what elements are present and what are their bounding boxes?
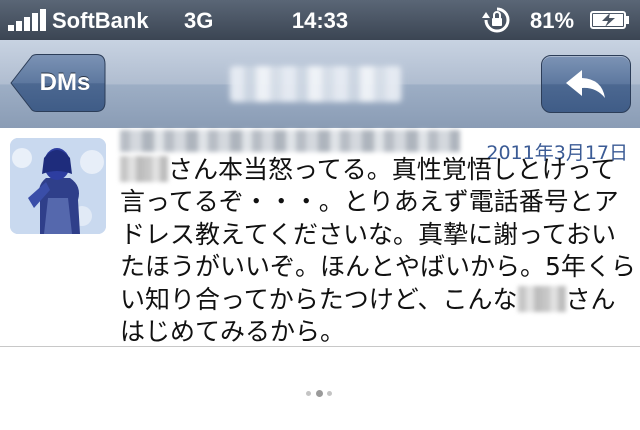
back-button-label: DMs: [39, 69, 91, 96]
message-line: い知り合ってからたつけど、こんな さん: [120, 284, 630, 316]
message-item: 2011年3月17日 さん本当怒ってる。真性覚悟しとけって 言ってるぞ・・・。とり…: [0, 128, 640, 346]
battery-charging-icon: [590, 11, 629, 29]
message-line-text: たほうがいいぞ。ほんとやばいから。5年くら: [120, 252, 636, 282]
redacted-name: [517, 285, 566, 312]
battery-percent: 81%: [530, 8, 575, 33]
sender-name-redacted: [120, 130, 460, 152]
message-line: 言ってるぞ・・・。とりあえず電話番号とア: [120, 186, 630, 218]
navigation-bar: DMs: [0, 40, 640, 129]
message-line-text: 言ってるぞ・・・。とりあえず電話番号とア: [120, 187, 619, 217]
message-line: ドレス教えてくださいな。真摯に謝っておい: [120, 219, 630, 251]
message-line-text: はじめてみるから。: [120, 317, 346, 347]
message-line: さん本当怒ってる。真性覚悟しとけって: [120, 154, 630, 186]
message-body: さん本当怒ってる。真性覚悟しとけって言ってるぞ・・・。とりあえず電話番号とア ドレ…: [120, 154, 636, 348]
rotation-lock-icon: [482, 7, 510, 33]
message-line-text: さん本当怒ってる。真性覚悟しとけって: [168, 155, 616, 184]
message-line-text: ドレス教えてくださいな。真摯に謝っておい: [120, 219, 617, 249]
reply-arrow-icon: [566, 70, 605, 98]
message-line-text: さん: [565, 284, 616, 314]
status-bar: SoftBank 3G 14:33 81%: [0, 0, 640, 40]
loading-dots-icon: [306, 389, 334, 399]
avatar[interactable]: [10, 138, 106, 234]
divider: [0, 346, 640, 347]
redacted-name: [120, 156, 168, 182]
message-line: たほうがいいぞ。ほんとやばいから。5年くら: [120, 251, 636, 283]
message-line-text: い知り合ってからたつけど、こんな: [120, 284, 518, 314]
conversation-title-redacted: [230, 66, 402, 102]
message-line: はじめてみるから。: [120, 316, 630, 348]
back-button[interactable]: DMs: [10, 54, 106, 112]
reply-button[interactable]: [541, 55, 631, 113]
